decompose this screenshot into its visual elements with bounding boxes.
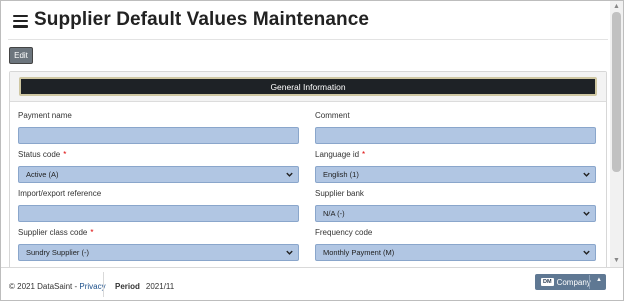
copyright-text: © 2021 DataSaint - bbox=[9, 282, 80, 291]
supplier-class-code-select[interactable]: Sundry Supplier (-) bbox=[18, 244, 299, 261]
frequency-code-label: Frequency code bbox=[315, 227, 596, 238]
required-marker: * bbox=[90, 228, 94, 237]
status-code-field: Status code * Active (A) bbox=[18, 149, 299, 183]
scrollbar-thumb[interactable] bbox=[612, 12, 621, 172]
caret-up-icon[interactable]: ▲ bbox=[596, 277, 602, 283]
supplier-bank-field: Supplier bank N/A (-) bbox=[315, 188, 596, 222]
period-label: Period bbox=[115, 282, 140, 291]
language-id-label: Language id * bbox=[315, 149, 596, 160]
supplier-bank-label-text: Supplier bank bbox=[315, 189, 364, 198]
supplier-bank-value: N/A (-) bbox=[323, 209, 345, 218]
footer-divider bbox=[103, 272, 104, 297]
payment-name-label-text: Payment name bbox=[18, 111, 72, 120]
chevron-down-icon bbox=[286, 250, 293, 255]
status-code-label: Status code * bbox=[18, 149, 299, 160]
payment-name-label: Payment name bbox=[18, 110, 299, 121]
chevron-down-icon bbox=[286, 172, 293, 177]
language-id-label-text: Language id bbox=[315, 150, 360, 159]
supplier-class-code-label-text: Supplier class code bbox=[18, 228, 88, 237]
supplier-class-code-value: Sundry Supplier (-) bbox=[26, 248, 89, 257]
frequency-code-label-text: Frequency code bbox=[315, 228, 373, 237]
required-marker: * bbox=[362, 150, 366, 159]
copyright: © 2021 DataSaint - Privacy bbox=[9, 282, 106, 291]
payment-name-field: Payment name bbox=[18, 110, 299, 144]
comment-field: Comment bbox=[315, 110, 596, 144]
language-id-value: English (1) bbox=[323, 170, 359, 179]
scroll-down-icon[interactable]: ▼ bbox=[612, 256, 621, 265]
page-title: Supplier Default Values Maintenance bbox=[34, 9, 370, 30]
comment-input[interactable] bbox=[315, 127, 596, 144]
import-export-reference-label: Import/export reference bbox=[18, 188, 299, 199]
import-export-reference-input[interactable] bbox=[18, 205, 299, 222]
company-label: Company bbox=[556, 277, 591, 287]
comment-label-text: Comment bbox=[315, 111, 350, 120]
supplier-class-code-field: Supplier class code * Sundry Supplier (-) bbox=[18, 227, 299, 261]
header-divider bbox=[8, 39, 608, 40]
chevron-down-icon bbox=[583, 172, 590, 177]
frequency-code-value: Monthly Payment (M) bbox=[323, 248, 395, 257]
footer: © 2021 DataSaint - Privacy Period 2021/11… bbox=[1, 267, 623, 300]
card-header: General Information bbox=[10, 72, 606, 102]
period-value: 2021/11 bbox=[145, 282, 175, 291]
frequency-code-select[interactable]: Monthly Payment (M) bbox=[315, 244, 596, 261]
company-divider bbox=[589, 275, 590, 289]
page-header: Supplier Default Values Maintenance bbox=[13, 9, 369, 31]
frequency-code-field: Frequency code Monthly Payment (M) bbox=[315, 227, 596, 261]
language-id-field: Language id * English (1) bbox=[315, 149, 596, 183]
import-export-reference-label-text: Import/export reference bbox=[18, 189, 102, 198]
supplier-class-code-label: Supplier class code * bbox=[18, 227, 299, 238]
comment-label: Comment bbox=[315, 110, 596, 121]
section-title[interactable]: General Information bbox=[19, 77, 597, 96]
language-id-select[interactable]: English (1) bbox=[315, 166, 596, 183]
supplier-bank-select[interactable]: N/A (-) bbox=[315, 205, 596, 222]
status-code-label-text: Status code bbox=[18, 150, 61, 159]
scroll-up-icon[interactable]: ▲ bbox=[612, 2, 621, 11]
supplier-bank-label: Supplier bank bbox=[315, 188, 596, 199]
edit-button[interactable]: Edit bbox=[9, 47, 33, 64]
status-code-value: Active (A) bbox=[26, 170, 59, 179]
privacy-link[interactable]: Privacy bbox=[79, 282, 105, 291]
hamburger-icon[interactable] bbox=[13, 14, 28, 28]
required-marker: * bbox=[63, 150, 67, 159]
company-logo-icon: DM bbox=[541, 278, 554, 286]
status-code-select[interactable]: Active (A) bbox=[18, 166, 299, 183]
payment-name-input[interactable] bbox=[18, 127, 299, 144]
import-export-reference-field: Import/export reference bbox=[18, 188, 299, 222]
chevron-down-icon bbox=[583, 211, 590, 216]
period-display: Period 2021/11 bbox=[115, 282, 174, 291]
chevron-down-icon bbox=[583, 250, 590, 255]
company-button[interactable]: DM Company ▲ bbox=[535, 274, 606, 290]
